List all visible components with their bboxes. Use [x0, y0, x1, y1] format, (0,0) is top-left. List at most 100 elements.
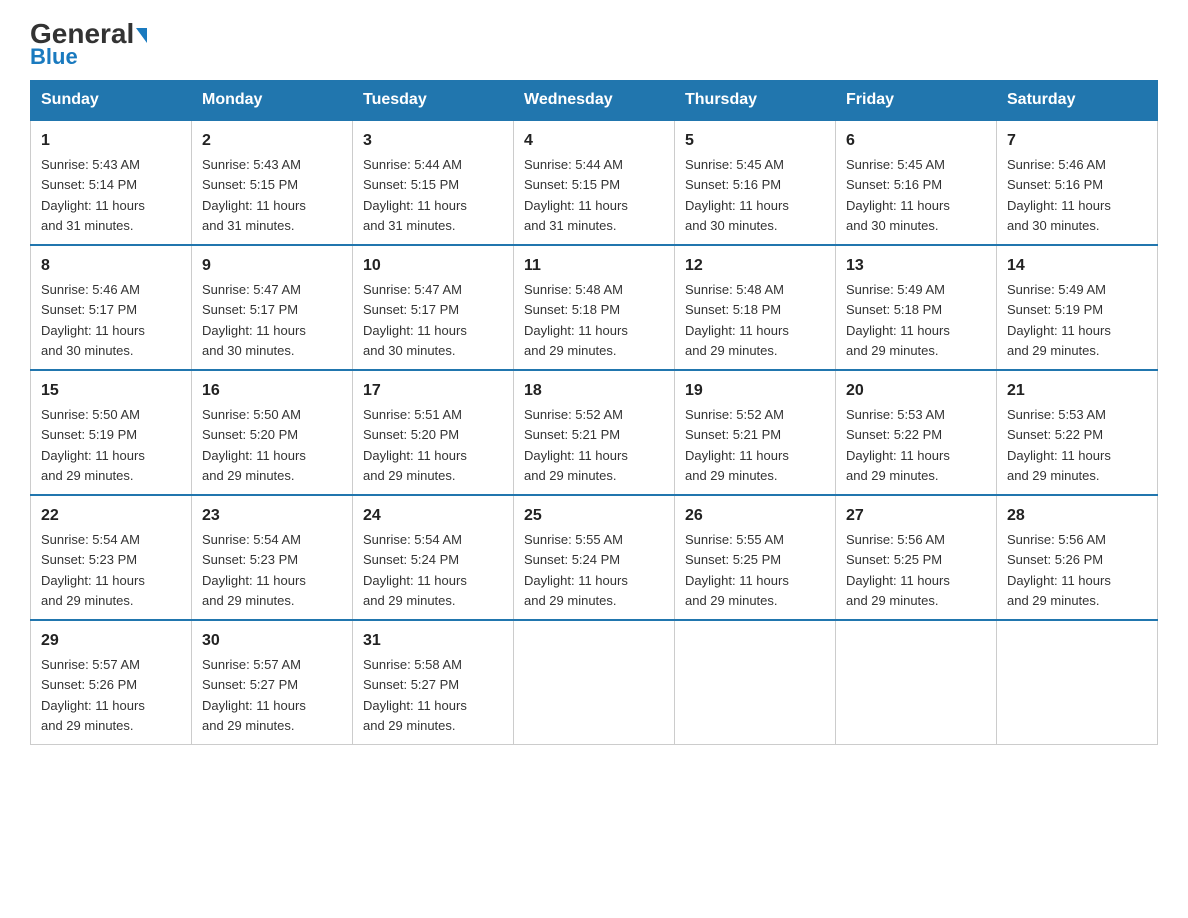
day-info: Sunrise: 5:45 AM Sunset: 5:16 PM Dayligh…	[685, 157, 789, 233]
day-cell	[514, 620, 675, 745]
weekday-header-thursday: Thursday	[675, 81, 836, 121]
day-number: 12	[685, 254, 825, 278]
day-number: 10	[363, 254, 503, 278]
day-cell: 31 Sunrise: 5:58 AM Sunset: 5:27 PM Dayli…	[353, 620, 514, 745]
day-info: Sunrise: 5:49 AM Sunset: 5:19 PM Dayligh…	[1007, 282, 1111, 358]
day-info: Sunrise: 5:46 AM Sunset: 5:16 PM Dayligh…	[1007, 157, 1111, 233]
day-info: Sunrise: 5:47 AM Sunset: 5:17 PM Dayligh…	[202, 282, 306, 358]
day-info: Sunrise: 5:56 AM Sunset: 5:25 PM Dayligh…	[846, 532, 950, 608]
day-info: Sunrise: 5:55 AM Sunset: 5:24 PM Dayligh…	[524, 532, 628, 608]
day-number: 7	[1007, 129, 1147, 153]
day-cell: 17 Sunrise: 5:51 AM Sunset: 5:20 PM Dayli…	[353, 370, 514, 495]
week-row-4: 22 Sunrise: 5:54 AM Sunset: 5:23 PM Dayli…	[31, 495, 1158, 620]
logo-blue: Blue	[30, 44, 78, 70]
day-info: Sunrise: 5:50 AM Sunset: 5:20 PM Dayligh…	[202, 407, 306, 483]
day-number: 31	[363, 629, 503, 653]
day-info: Sunrise: 5:52 AM Sunset: 5:21 PM Dayligh…	[524, 407, 628, 483]
day-info: Sunrise: 5:43 AM Sunset: 5:14 PM Dayligh…	[41, 157, 145, 233]
day-number: 22	[41, 504, 181, 528]
day-info: Sunrise: 5:54 AM Sunset: 5:24 PM Dayligh…	[363, 532, 467, 608]
day-number: 5	[685, 129, 825, 153]
day-cell	[836, 620, 997, 745]
day-info: Sunrise: 5:57 AM Sunset: 5:26 PM Dayligh…	[41, 657, 145, 733]
day-info: Sunrise: 5:52 AM Sunset: 5:21 PM Dayligh…	[685, 407, 789, 483]
day-info: Sunrise: 5:56 AM Sunset: 5:26 PM Dayligh…	[1007, 532, 1111, 608]
day-number: 25	[524, 504, 664, 528]
day-info: Sunrise: 5:47 AM Sunset: 5:17 PM Dayligh…	[363, 282, 467, 358]
day-cell: 6 Sunrise: 5:45 AM Sunset: 5:16 PM Daylig…	[836, 120, 997, 245]
day-number: 28	[1007, 504, 1147, 528]
day-cell: 19 Sunrise: 5:52 AM Sunset: 5:21 PM Dayli…	[675, 370, 836, 495]
day-number: 17	[363, 379, 503, 403]
day-cell: 14 Sunrise: 5:49 AM Sunset: 5:19 PM Dayli…	[997, 245, 1158, 370]
day-cell: 13Sunrise: 5:49 AM Sunset: 5:18 PM Dayli…	[836, 245, 997, 370]
day-info: Sunrise: 5:44 AM Sunset: 5:15 PM Dayligh…	[363, 157, 467, 233]
day-cell: 21 Sunrise: 5:53 AM Sunset: 5:22 PM Dayli…	[997, 370, 1158, 495]
day-info: Sunrise: 5:46 AM Sunset: 5:17 PM Dayligh…	[41, 282, 145, 358]
day-info: Sunrise: 5:53 AM Sunset: 5:22 PM Dayligh…	[846, 407, 950, 483]
weekday-header-row: SundayMondayTuesdayWednesdayThursdayFrid…	[31, 81, 1158, 121]
day-cell: 27 Sunrise: 5:56 AM Sunset: 5:25 PM Dayli…	[836, 495, 997, 620]
week-row-2: 8Sunrise: 5:46 AM Sunset: 5:17 PM Daylig…	[31, 245, 1158, 370]
day-cell: 12 Sunrise: 5:48 AM Sunset: 5:18 PM Dayli…	[675, 245, 836, 370]
day-number: 1	[41, 129, 181, 153]
day-cell: 26 Sunrise: 5:55 AM Sunset: 5:25 PM Dayli…	[675, 495, 836, 620]
week-row-3: 15 Sunrise: 5:50 AM Sunset: 5:19 PM Dayli…	[31, 370, 1158, 495]
day-cell: 30 Sunrise: 5:57 AM Sunset: 5:27 PM Dayli…	[192, 620, 353, 745]
day-number: 14	[1007, 254, 1147, 278]
day-number: 27	[846, 504, 986, 528]
day-cell: 2 Sunrise: 5:43 AM Sunset: 5:15 PM Daylig…	[192, 120, 353, 245]
day-cell: 20 Sunrise: 5:53 AM Sunset: 5:22 PM Dayli…	[836, 370, 997, 495]
day-cell: 9 Sunrise: 5:47 AM Sunset: 5:17 PM Daylig…	[192, 245, 353, 370]
day-number: 11	[524, 254, 664, 278]
day-info: Sunrise: 5:58 AM Sunset: 5:27 PM Dayligh…	[363, 657, 467, 733]
day-cell: 3 Sunrise: 5:44 AM Sunset: 5:15 PM Daylig…	[353, 120, 514, 245]
day-number: 15	[41, 379, 181, 403]
calendar-table: SundayMondayTuesdayWednesdayThursdayFrid…	[30, 80, 1158, 745]
day-info: Sunrise: 5:55 AM Sunset: 5:25 PM Dayligh…	[685, 532, 789, 608]
day-info: Sunrise: 5:43 AM Sunset: 5:15 PM Dayligh…	[202, 157, 306, 233]
day-info: Sunrise: 5:45 AM Sunset: 5:16 PM Dayligh…	[846, 157, 950, 233]
day-number: 13	[846, 254, 986, 278]
day-number: 29	[41, 629, 181, 653]
day-cell: 18 Sunrise: 5:52 AM Sunset: 5:21 PM Dayli…	[514, 370, 675, 495]
day-cell: 15 Sunrise: 5:50 AM Sunset: 5:19 PM Dayli…	[31, 370, 192, 495]
day-info: Sunrise: 5:48 AM Sunset: 5:18 PM Dayligh…	[524, 282, 628, 358]
day-cell: 25 Sunrise: 5:55 AM Sunset: 5:24 PM Dayli…	[514, 495, 675, 620]
day-cell: 7 Sunrise: 5:46 AM Sunset: 5:16 PM Daylig…	[997, 120, 1158, 245]
day-number: 19	[685, 379, 825, 403]
day-number: 26	[685, 504, 825, 528]
day-cell: 10 Sunrise: 5:47 AM Sunset: 5:17 PM Dayli…	[353, 245, 514, 370]
day-number: 9	[202, 254, 342, 278]
day-info: Sunrise: 5:54 AM Sunset: 5:23 PM Dayligh…	[41, 532, 145, 608]
week-row-1: 1 Sunrise: 5:43 AM Sunset: 5:14 PM Daylig…	[31, 120, 1158, 245]
day-number: 23	[202, 504, 342, 528]
day-number: 6	[846, 129, 986, 153]
day-info: Sunrise: 5:54 AM Sunset: 5:23 PM Dayligh…	[202, 532, 306, 608]
day-info: Sunrise: 5:51 AM Sunset: 5:20 PM Dayligh…	[363, 407, 467, 483]
day-number: 3	[363, 129, 503, 153]
day-cell: 4 Sunrise: 5:44 AM Sunset: 5:15 PM Daylig…	[514, 120, 675, 245]
day-cell: 24Sunrise: 5:54 AM Sunset: 5:24 PM Dayli…	[353, 495, 514, 620]
day-cell	[675, 620, 836, 745]
day-number: 4	[524, 129, 664, 153]
day-info: Sunrise: 5:57 AM Sunset: 5:27 PM Dayligh…	[202, 657, 306, 733]
day-cell: 23 Sunrise: 5:54 AM Sunset: 5:23 PM Dayli…	[192, 495, 353, 620]
weekday-header-wednesday: Wednesday	[514, 81, 675, 121]
day-info: Sunrise: 5:48 AM Sunset: 5:18 PM Dayligh…	[685, 282, 789, 358]
day-number: 2	[202, 129, 342, 153]
day-number: 18	[524, 379, 664, 403]
page-header: General Blue	[30, 20, 1158, 70]
day-cell: 16Sunrise: 5:50 AM Sunset: 5:20 PM Dayli…	[192, 370, 353, 495]
day-info: Sunrise: 5:53 AM Sunset: 5:22 PM Dayligh…	[1007, 407, 1111, 483]
day-info: Sunrise: 5:50 AM Sunset: 5:19 PM Dayligh…	[41, 407, 145, 483]
day-cell: 1 Sunrise: 5:43 AM Sunset: 5:14 PM Daylig…	[31, 120, 192, 245]
day-info: Sunrise: 5:44 AM Sunset: 5:15 PM Dayligh…	[524, 157, 628, 233]
day-number: 21	[1007, 379, 1147, 403]
logo: General Blue	[30, 20, 147, 70]
weekday-header-saturday: Saturday	[997, 81, 1158, 121]
day-number: 20	[846, 379, 986, 403]
day-cell: 11 Sunrise: 5:48 AM Sunset: 5:18 PM Dayli…	[514, 245, 675, 370]
week-row-5: 29 Sunrise: 5:57 AM Sunset: 5:26 PM Dayli…	[31, 620, 1158, 745]
day-number: 30	[202, 629, 342, 653]
